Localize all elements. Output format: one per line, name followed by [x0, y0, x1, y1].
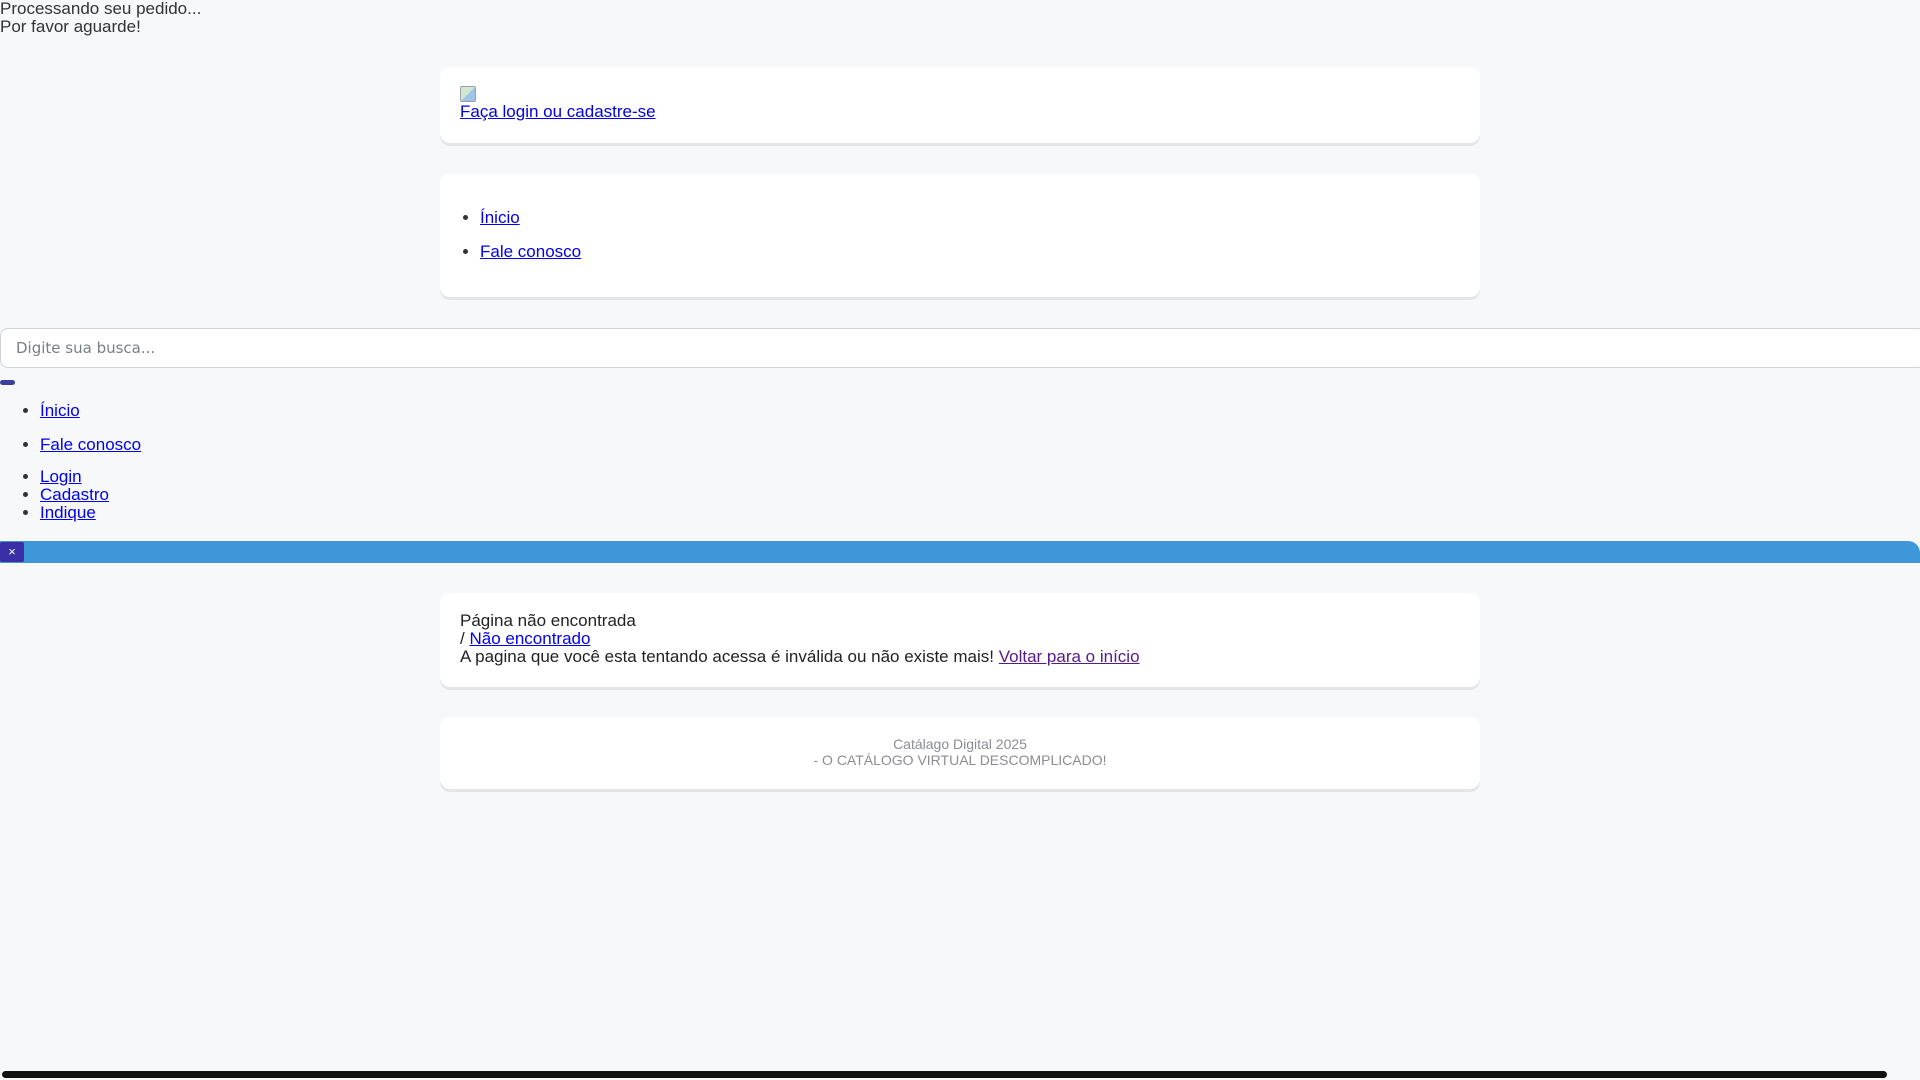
login-card: Faça login ou cadastre-se	[440, 67, 1480, 143]
mobile-nav-item-inicio: Ínicio	[40, 400, 141, 434]
login-link[interactable]: Login	[40, 467, 82, 486]
search-input[interactable]	[1, 329, 1920, 367]
mobile-nav: Ínicio Fale conosco Login Cadastro Indiq…	[0, 400, 141, 522]
search-bar	[0, 328, 1920, 368]
loading-message: Processando seu pedido... Por favor agua…	[0, 0, 201, 36]
error-message: A pagina que você esta tentando acessa é…	[460, 647, 994, 666]
mobile-nav-link-inicio[interactable]: Ínicio	[40, 401, 80, 420]
nav-link-inicio[interactable]: Ínicio	[480, 208, 520, 227]
breadcrumb-link[interactable]: Não encontrado	[469, 629, 590, 648]
footer-tagline: - O CATÁLOGO VIRTUAL DESCOMPLICADO!	[813, 752, 1107, 768]
register-link[interactable]: Cadastro	[40, 485, 109, 504]
mobile-nav-account: Login Cadastro Indique	[0, 468, 141, 522]
main-nav-card: Ínicio Fale conosco	[440, 174, 1480, 297]
nav-item-inicio: Ínicio	[480, 208, 581, 242]
refer-link[interactable]: Indique	[40, 503, 96, 522]
nav-link-contact[interactable]: Fale conosco	[480, 242, 581, 261]
horizontal-scrollbar[interactable]	[2, 1071, 1887, 1078]
main-nav: Ínicio Fale conosco	[480, 208, 581, 276]
mobile-nav-item-contact: Fale conosco	[40, 434, 141, 468]
back-home-link[interactable]: Voltar para o início	[999, 647, 1140, 666]
banner-bar	[0, 541, 1920, 563]
not-found-card: Página não encontrada / Não encontrado A…	[440, 593, 1480, 687]
error-message-line: A pagina que você esta tentando acessa é…	[460, 648, 1480, 666]
account-item-register: Cadastro	[40, 486, 141, 504]
account-item-refer: Indique	[40, 504, 141, 522]
error-title: Página não encontrada	[460, 611, 636, 630]
mobile-nav-main: Ínicio Fale conosco	[0, 400, 141, 468]
footer-copyright: Catálago Digital 2025	[893, 736, 1027, 752]
account-item-login: Login	[40, 468, 141, 486]
close-banner-button[interactable]: ×	[0, 542, 24, 562]
breadcrumb-separator: /	[460, 629, 465, 648]
login-register-link[interactable]: Faça login ou cadastre-se	[460, 102, 1480, 122]
footer-card: Catálago Digital 2025 - O CATÁLOGO VIRTU…	[440, 717, 1480, 789]
menu-toggle-button[interactable]	[0, 380, 15, 385]
loading-text: Processando seu pedido...	[0, 0, 202, 18]
breadcrumb: / Não encontrado	[460, 630, 1480, 648]
mobile-nav-link-contact[interactable]: Fale conosco	[40, 435, 141, 454]
loading-subtext: Por favor aguarde!	[0, 17, 141, 36]
broken-image-icon	[460, 86, 476, 102]
nav-item-contact: Fale conosco	[480, 242, 581, 276]
